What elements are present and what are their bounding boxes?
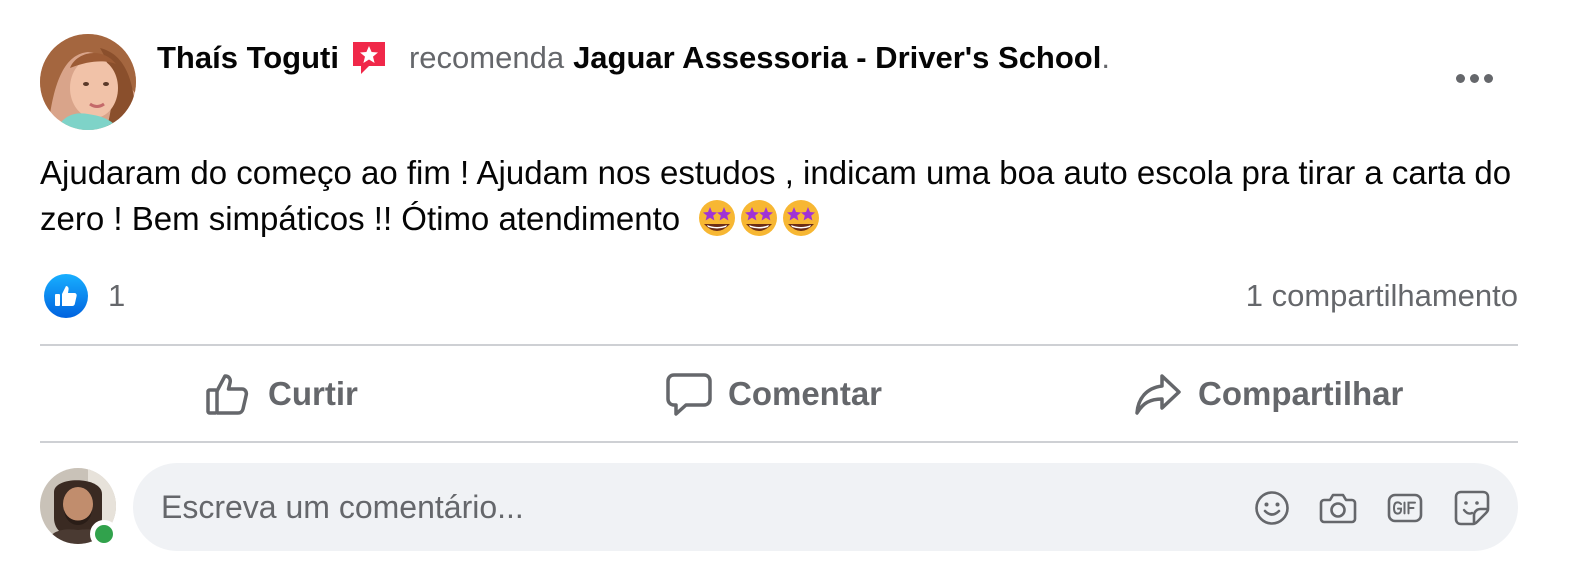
author-avatar[interactable] [40,34,136,130]
recommend-star-icon [349,38,389,78]
like-button[interactable]: Curtir [204,356,358,432]
share-label: Compartilhar [1198,375,1404,412]
like-count[interactable]: 1 [108,276,125,316]
page-name-link[interactable]: Jaguar Assessoria - Driver's School [573,40,1101,76]
header-period: . [1101,40,1110,75]
comment-button[interactable]: Comentar [666,356,882,432]
sticker-icon[interactable] [1453,489,1491,527]
star-struck-emoji [783,200,820,236]
share-count[interactable]: 1 compartilhamento [1246,276,1518,316]
share-arrow-icon [1135,374,1181,415]
recommend-text: recomenda [408,40,565,75]
share-button[interactable]: Compartilhar [1134,356,1403,432]
online-status-dot [90,520,118,548]
star-struck-emoji [699,200,736,236]
like-label: Curtir [268,375,358,412]
star-struck-emoji [741,200,778,236]
gif-icon[interactable] [1386,489,1424,527]
comment-placeholder: Escreva um comentário... [161,489,524,525]
comment-input[interactable]: Escreva um comentário... [133,463,1518,551]
post-text: Ajudaram do começo ao fim ! Ajudam nos e… [40,150,1530,242]
emoji-icon[interactable] [1253,489,1291,527]
author-name[interactable]: Thaís Toguti [157,40,339,76]
comment-label: Comentar [728,375,883,412]
post-header: Thaís Toguti recomenda Jaguar Assessoria… [157,36,1110,80]
divider [40,441,1518,443]
recommendation-post: Thaís Toguti recomenda Jaguar Assessoria… [0,0,1570,580]
thumbs-up-outline-icon [206,374,249,415]
like-reaction-icon[interactable] [44,274,88,318]
more-options-icon[interactable] [1446,60,1502,96]
emoji-row [697,198,821,238]
camera-icon[interactable] [1319,489,1357,527]
divider [40,344,1518,346]
speech-bubble-icon [666,373,712,416]
